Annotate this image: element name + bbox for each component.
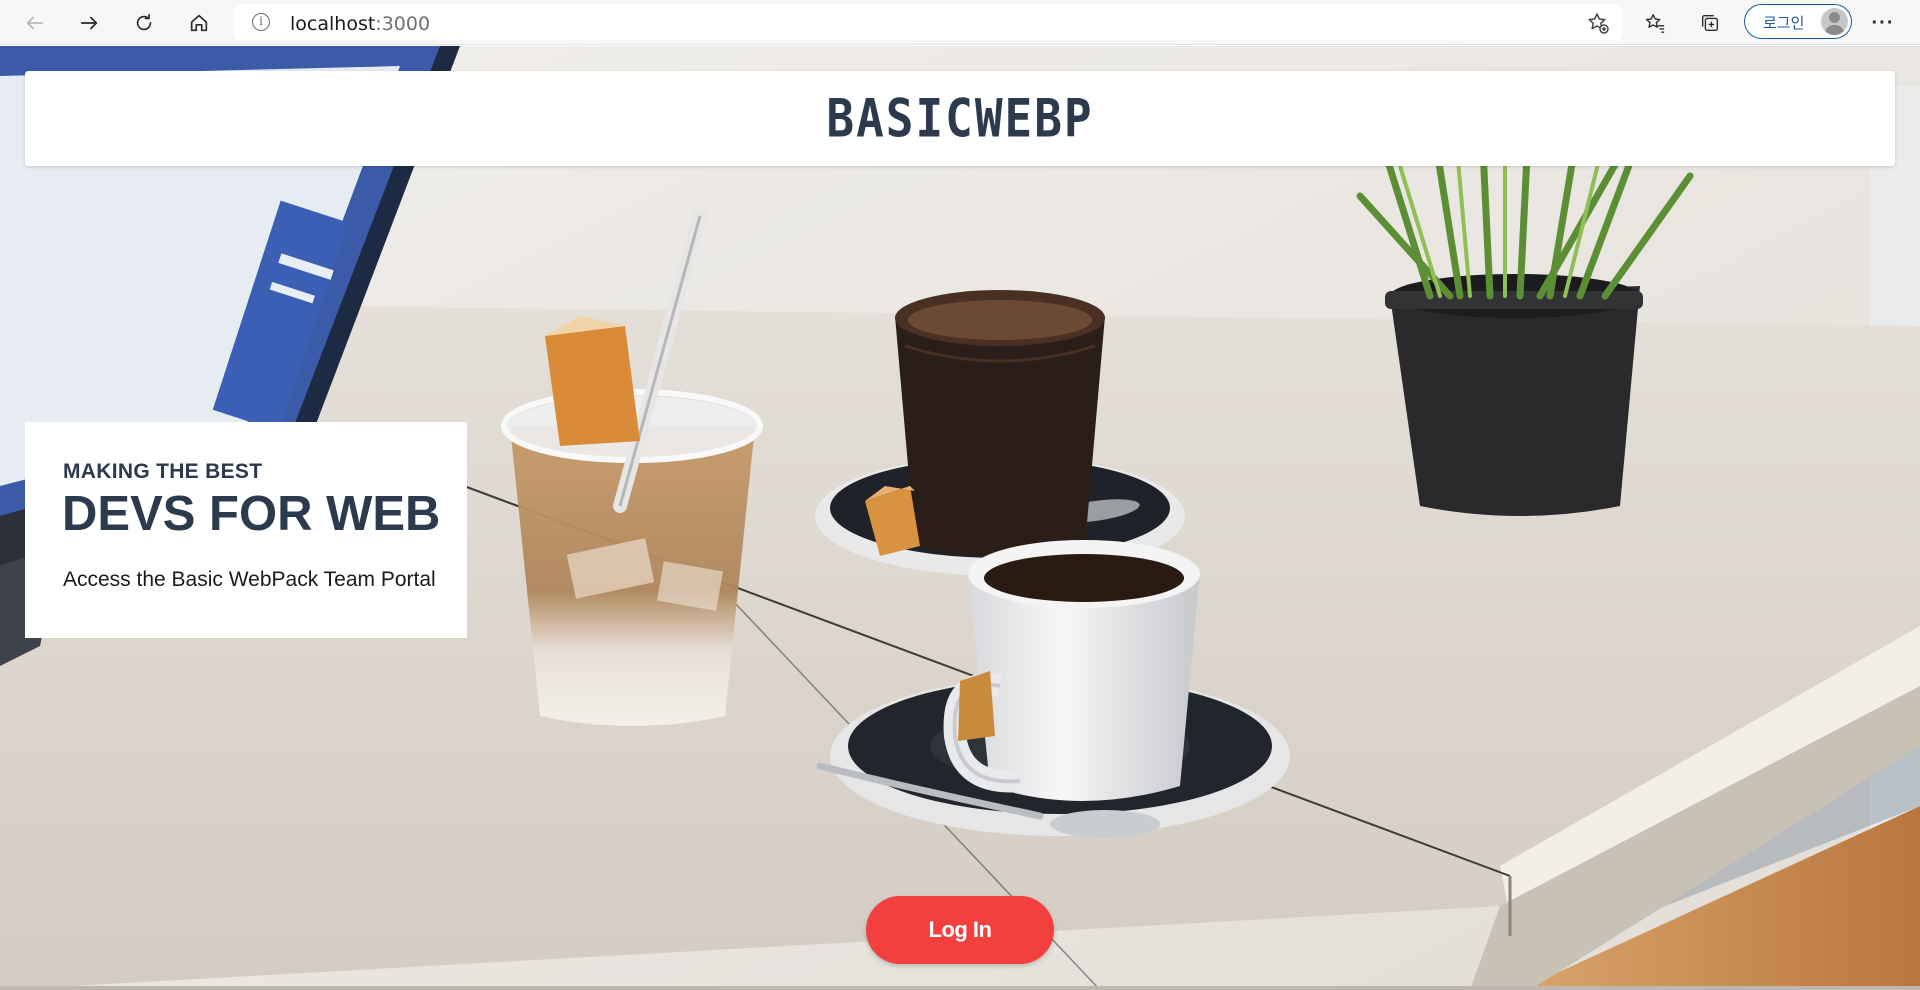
url-text[interactable]: localhost:3000 [290, 13, 430, 35]
add-favorite-icon[interactable] [1586, 11, 1610, 35]
hero-title: DEVS FOR WEB [62, 487, 441, 541]
login-button[interactable]: Log In [866, 896, 1054, 964]
arrow-right-icon [80, 16, 98, 30]
hero-subtitle: Access the Basic WebPack Team Portal [63, 568, 436, 591]
more-icon: ··· [1871, 11, 1895, 34]
page-bottom-edge [0, 986, 1920, 990]
arrow-left-icon [26, 16, 44, 30]
site-info-icon[interactable]: i [252, 13, 270, 31]
hero-kicker: MAKING THE BEST [63, 460, 263, 483]
hero-card: MAKING THE BEST DEVS FOR WEB Access the … [25, 422, 467, 638]
browser-toolbar: i localhost:3000 로그인 ··· [0, 0, 1920, 45]
profile-signin-button[interactable]: 로그인 [1744, 4, 1852, 39]
more-menu-button[interactable]: ··· [1866, 6, 1900, 40]
reload-button[interactable] [127, 6, 161, 40]
profile-signin-label: 로그인 [1763, 14, 1805, 32]
favorites-button[interactable] [1638, 6, 1672, 40]
collections-button[interactable] [1693, 6, 1727, 40]
avatar-icon [1821, 8, 1848, 35]
page-viewport: BASICWEBP MAKING THE BEST DEVS FOR WEB A… [0, 46, 1920, 990]
collections-icon [1701, 14, 1719, 32]
site-logo[interactable]: BASICWEBP [25, 87, 1895, 149]
refresh-icon [136, 13, 152, 31]
home-button[interactable] [182, 6, 216, 40]
favorites-icon [1645, 14, 1665, 33]
home-icon [190, 14, 208, 32]
site-header: BASICWEBP [25, 71, 1895, 166]
back-button[interactable] [18, 6, 52, 40]
forward-button[interactable] [72, 6, 106, 40]
address-bar[interactable]: i localhost:3000 [234, 4, 1622, 40]
